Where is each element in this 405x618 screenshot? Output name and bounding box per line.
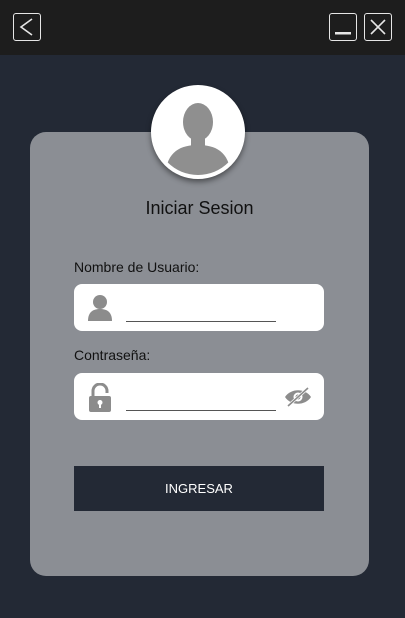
minimize-icon <box>335 32 351 35</box>
user-silhouette-icon <box>155 89 241 175</box>
back-button[interactable] <box>13 13 41 41</box>
password-field <box>74 373 324 420</box>
close-button[interactable] <box>364 13 392 41</box>
password-input[interactable] <box>126 385 276 411</box>
username-input[interactable] <box>126 296 276 322</box>
chevron-left-icon <box>19 18 33 36</box>
user-icon <box>88 295 112 321</box>
password-label: Contraseña: <box>74 347 151 363</box>
eye-slash-icon[interactable] <box>283 386 313 408</box>
minimize-button[interactable] <box>329 13 357 41</box>
username-field <box>74 284 324 331</box>
title-bar <box>0 0 405 55</box>
lock-icon <box>89 383 111 412</box>
page-title: Iniciar Sesion <box>145 198 254 218</box>
username-label: Nombre de Usuario: <box>74 259 200 275</box>
login-submit-button[interactable]: INGRESAR <box>74 466 324 511</box>
avatar <box>151 85 245 179</box>
close-icon <box>370 19 386 35</box>
